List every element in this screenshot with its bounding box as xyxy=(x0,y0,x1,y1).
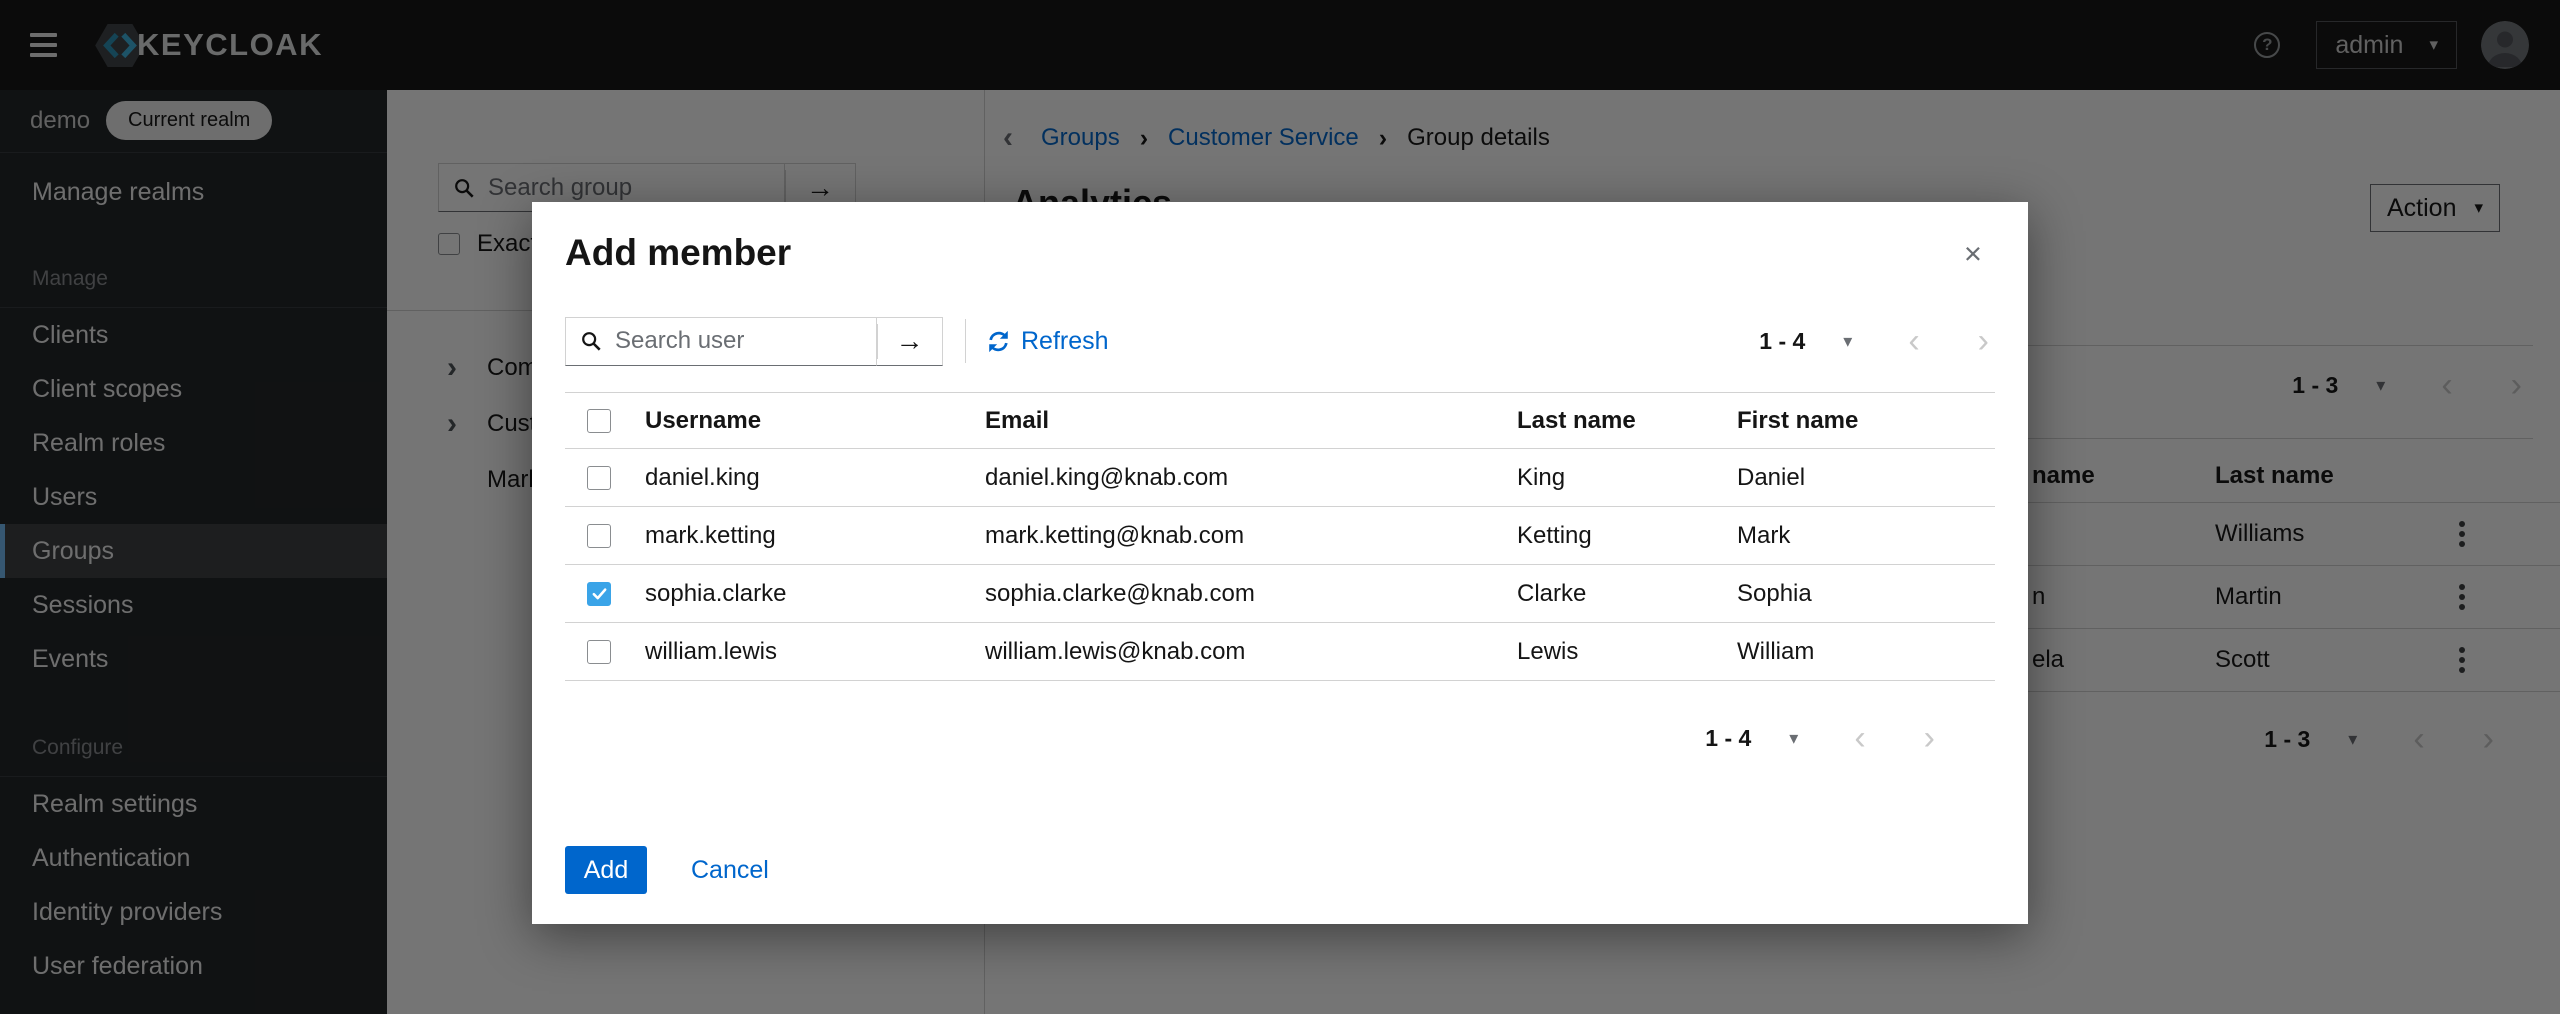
user-pagination-top: 1 - 4 ▾ ‹ › xyxy=(1759,324,1989,358)
users-table-header: Username Email Last name First name xyxy=(565,393,1995,449)
keycloak-admin-console: KEYCLOAK ? admin ▾ demo Current realm Ma… xyxy=(0,0,2560,1014)
email-cell: mark.ketting@knab.com xyxy=(970,522,1502,550)
email-cell: sophia.clarke@knab.com xyxy=(970,580,1502,608)
refresh-label: Refresh xyxy=(1021,327,1109,356)
modal-title: Add member xyxy=(565,202,1995,274)
row-checkbox[interactable] xyxy=(587,640,611,664)
next-page-button[interactable]: › xyxy=(1924,721,1935,755)
refresh-icon xyxy=(986,329,1011,354)
username-column-header: Username xyxy=(630,407,970,435)
search-icon xyxy=(580,330,602,352)
email-column-header: Email xyxy=(970,407,1502,435)
row-checkbox-checked[interactable] xyxy=(587,582,611,606)
username-cell: william.lewis xyxy=(630,638,970,666)
email-cell: daniel.king@knab.com xyxy=(970,464,1502,492)
row-checkbox[interactable] xyxy=(587,524,611,548)
modal-footer: Add Cancel xyxy=(565,846,769,894)
divider xyxy=(965,319,966,363)
add-member-modal: Add member × → xyxy=(532,202,2028,924)
users-table-rows: daniel.kingdaniel.king@knab.comKingDanie… xyxy=(565,449,1995,681)
user-search: → xyxy=(565,317,943,366)
last-name-cell: Ketting xyxy=(1502,522,1722,550)
select-all-cell xyxy=(565,409,630,433)
username-cell: mark.ketting xyxy=(630,522,970,550)
user-pagination-bottom-wrap: 1 - 4 ▾ ‹ › xyxy=(565,721,1995,755)
user-search-box xyxy=(565,317,877,366)
previous-page-button[interactable]: ‹ xyxy=(1908,324,1919,358)
checkbox-cell xyxy=(565,582,630,606)
close-icon[interactable]: × xyxy=(1964,238,1982,269)
previous-page-button[interactable]: ‹ xyxy=(1854,721,1865,755)
users-table: Username Email Last name First name dani… xyxy=(565,392,1995,681)
caret-down-icon[interactable]: ▾ xyxy=(1843,332,1852,350)
select-all-checkbox[interactable] xyxy=(587,409,611,433)
user-search-submit-button[interactable]: → xyxy=(877,317,943,366)
refresh-button[interactable]: Refresh xyxy=(986,327,1109,356)
user-pagination-bottom: 1 - 4 ▾ ‹ › xyxy=(1705,721,1935,755)
first-name-cell: Sophia xyxy=(1722,580,1995,608)
pagination-range[interactable]: 1 - 4 xyxy=(1759,328,1805,355)
user-row: daniel.kingdaniel.king@knab.comKingDanie… xyxy=(565,449,1995,507)
next-page-button[interactable]: › xyxy=(1978,324,1989,358)
first-name-cell: Mark xyxy=(1722,522,1995,550)
checkbox-cell xyxy=(565,466,630,490)
last-name-cell: King xyxy=(1502,464,1722,492)
last-name-cell: Clarke xyxy=(1502,580,1722,608)
checkbox-cell xyxy=(565,524,630,548)
first-name-column-header: First name xyxy=(1722,407,1995,435)
user-row: sophia.clarkesophia.clarke@knab.comClark… xyxy=(565,565,1995,623)
user-row: william.lewiswilliam.lewis@knab.comLewis… xyxy=(565,623,1995,681)
modal-toolbar: → Refresh 1 - 4 ▾ ‹ › xyxy=(565,316,1995,366)
username-cell: sophia.clarke xyxy=(630,580,970,608)
checkbox-cell xyxy=(565,640,630,664)
email-cell: william.lewis@knab.com xyxy=(970,638,1502,666)
first-name-cell: Daniel xyxy=(1722,464,1995,492)
last-name-column-header: Last name xyxy=(1502,407,1722,435)
caret-down-icon[interactable]: ▾ xyxy=(1789,729,1798,747)
row-checkbox[interactable] xyxy=(587,466,611,490)
pagination-range[interactable]: 1 - 4 xyxy=(1705,725,1751,752)
user-row: mark.kettingmark.ketting@knab.comKetting… xyxy=(565,507,1995,565)
arrow-right-icon: → xyxy=(896,325,924,357)
first-name-cell: William xyxy=(1722,638,1995,666)
last-name-cell: Lewis xyxy=(1502,638,1722,666)
add-button[interactable]: Add xyxy=(565,846,647,894)
cancel-button[interactable]: Cancel xyxy=(691,856,769,885)
username-cell: daniel.king xyxy=(630,464,970,492)
user-search-input[interactable] xyxy=(613,326,866,356)
